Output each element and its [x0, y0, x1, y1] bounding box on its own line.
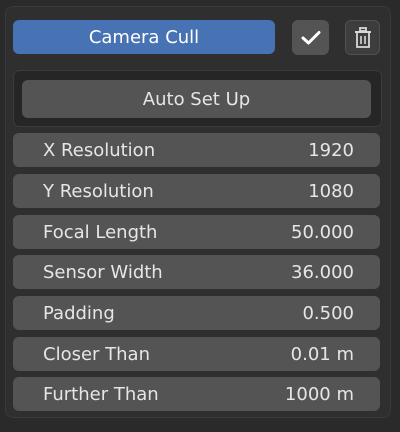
- padding-field[interactable]: Padding 0.500: [13, 296, 380, 330]
- trash-icon: [354, 26, 371, 48]
- closer-than-field[interactable]: Closer Than 0.01 m: [13, 337, 380, 371]
- field-label: Focal Length: [43, 221, 158, 243]
- field-label: Further Than: [43, 383, 159, 405]
- confirm-button[interactable]: [292, 20, 329, 55]
- field-label: X Resolution: [43, 139, 156, 161]
- field-label: Closer Than: [43, 343, 150, 365]
- sensor-width-field[interactable]: Sensor Width 36.000: [13, 255, 380, 289]
- auto-setup-button[interactable]: Auto Set Up: [22, 80, 371, 118]
- field-value: 0.500: [302, 302, 354, 324]
- x-resolution-field[interactable]: X Resolution 1920: [13, 133, 380, 167]
- field-label: Padding: [43, 302, 115, 324]
- camera-cull-title-button[interactable]: Camera Cull: [13, 20, 275, 54]
- field-value: 1000 m: [284, 383, 354, 405]
- focal-length-field[interactable]: Focal Length 50.000: [13, 215, 380, 249]
- camera-cull-title: Camera Cull: [88, 26, 200, 48]
- checkmark-icon: [301, 30, 320, 44]
- auto-setup-label: Auto Set Up: [142, 88, 251, 110]
- field-label: Sensor Width: [43, 261, 163, 283]
- field-value: 1080: [308, 180, 354, 202]
- y-resolution-field[interactable]: Y Resolution 1080: [13, 174, 380, 208]
- delete-button[interactable]: [345, 20, 380, 55]
- field-value: 50.000: [291, 221, 354, 243]
- field-value: 36.000: [291, 261, 354, 283]
- field-value: 0.01 m: [290, 343, 354, 365]
- field-value: 1920: [308, 139, 354, 161]
- field-label: Y Resolution: [43, 180, 154, 202]
- further-than-field[interactable]: Further Than 1000 m: [13, 377, 380, 411]
